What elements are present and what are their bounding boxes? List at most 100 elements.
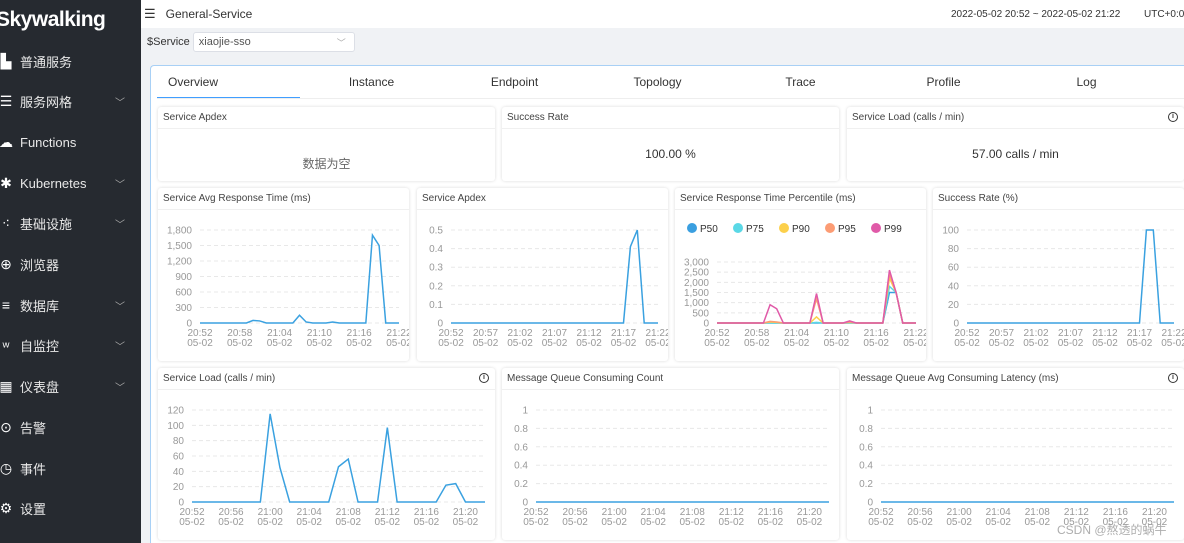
x-tick-date: 05-02 [784,338,810,349]
tab-trace[interactable]: Trace [729,66,872,98]
chart-title: Service Load (calls / min) [158,368,495,390]
y-tick-label: 20 [948,300,960,311]
x-tick-date: 05-02 [645,338,668,349]
tab-endpoint[interactable]: Endpoint [443,66,586,98]
y-tick-label: 300 [175,303,192,314]
sidebar-item-7[interactable]: ʷ 自监控 ﹀ [0,326,141,366]
sidebar-item-label: 浏览器 [20,258,60,273]
sidebar-item-5[interactable]: ⊕ 浏览器 [0,245,141,285]
info-icon[interactable]: i [1168,112,1178,122]
skywalking-logo: Skywalking [0,8,106,31]
chart-card: Service Response Time Percentile (ms) 0 50… [675,188,926,361]
sidebar-item-3[interactable]: ✱ Kubernetes ﹀ [0,163,141,203]
tab-instance[interactable]: Instance [300,66,443,98]
y-tick-label: 60 [173,452,185,463]
y-tick-label: 0.2 [429,281,443,292]
x-tick-date: 05-02 [640,517,666,528]
line-chart: 00.20.40.60.8120:5205-0220:5605-0221:000… [859,406,1174,528]
collapse-menu-icon[interactable]: ☰ [144,6,156,22]
tab-overview[interactable]: Overview [157,66,300,98]
legend-label[interactable]: P50 [700,224,718,235]
line-chart: 02040608010020:5205-0220:5705-0221:0205-… [942,226,1184,350]
sidebar-item-label: 仪表盘 [20,380,60,396]
sidebar-item-label: Kubernetes [20,175,87,191]
watermark: CSDN @熬透的蜗牛 [1057,523,1167,537]
info-icon[interactable]: i [479,373,489,383]
x-tick-date: 05-02 [453,517,479,528]
legend-marker[interactable] [871,223,881,233]
y-tick-label: 0.4 [429,244,443,255]
line-chart: 00.10.20.30.40.520:5205-0220:5705-0221:0… [429,226,668,350]
legend-marker[interactable] [825,223,835,233]
chart-card: Service Load (calls / min) i 0 20 40 60 80 100 1… [158,368,495,540]
chart-title: Message Queue Avg Consuming Latency (ms) [847,368,1184,390]
y-tick-label: 120 [167,406,184,417]
series-line [192,413,485,503]
y-tick-label: 80 [948,244,960,255]
sidebar-item-label: Functions [20,134,77,150]
sidebar-item-8[interactable]: ▦ 仪表盘 ﹀ [0,367,141,407]
x-tick-date: 05-02 [267,338,293,349]
series-line [451,229,658,324]
x-tick-date: 05-02 [523,517,549,528]
service-select-value: xiaojie-sso [198,36,251,48]
service-select[interactable]: xiaojie-sso ﹀ [192,32,355,52]
x-tick-date: 05-02 [346,338,372,349]
tab-topology[interactable]: Topology [586,66,729,98]
y-tick-label: 0.8 [514,424,528,435]
sidebar-item-2[interactable]: ☁ Functions [0,122,141,162]
chart-title: Service Response Time Percentile (ms) [675,188,926,210]
y-tick-label: 600 [175,288,192,299]
x-tick-date: 05-02 [257,517,283,528]
x-tick-date: 05-02 [679,517,705,528]
x-tick-date: 05-02 [797,517,823,528]
x-tick-date: 05-02 [542,338,568,349]
x-tick-date: 05-02 [296,517,322,528]
x-tick-date: 05-02 [473,338,499,349]
legend-label[interactable]: P75 [746,224,764,235]
y-tick-label: 0.1 [429,300,443,311]
sidebar-item-10[interactable]: ◷ 事件 [0,448,141,488]
x-tick-date: 05-02 [187,338,213,349]
x-tick-date: 05-02 [954,338,980,349]
alert-icon: ⊙ [0,418,12,435]
info-icon[interactable]: i [1168,373,1178,383]
tab-profile[interactable]: Profile [872,66,1015,98]
time-range[interactable]: 2022-05-02 20:52 ~ 2022-05-02 21:22 [951,9,1120,20]
stat-card: Service Apdex 数据为空 [158,107,495,181]
chart-card: Service Apdex 0 0.1 0.2 0.3 0.4 0.5 20:52 05-02 2… [417,188,668,361]
y-tick-label: 40 [173,467,185,478]
legend-label[interactable]: P95 [838,224,856,235]
x-tick-date: 05-02 [744,338,770,349]
sidebar-item-11[interactable]: ⚙ 设置 [0,489,141,529]
kubernetes-icon: ✱ [0,174,12,191]
tab-bar: Overview Instance Endpoint Topology Trace Pro… [157,66,1184,99]
header: ☰ General-Service 2022-05-02 20:52 ~ 202… [141,0,1184,28]
sidebar-item-1[interactable]: ☰ 服务网格 ﹀ [0,82,141,122]
legend-label[interactable]: P90 [792,224,810,235]
legend-marker[interactable] [779,223,789,233]
y-tick-label: 1,200 [167,257,192,268]
x-tick-date: 05-02 [307,338,333,349]
sidebar-item-9[interactable]: ⊙ 告警 [0,407,141,447]
y-tick-label: 1,500 [684,288,709,299]
legend-marker[interactable] [733,223,743,233]
tab-log[interactable]: Log [1015,66,1158,98]
x-tick-date: 05-02 [985,517,1011,528]
timezone[interactable]: UTC+0:0 [1144,9,1184,20]
x-tick-date: 05-02 [414,517,440,528]
sidebar-item-6[interactable]: ≡ 数据库 ﹀ [0,285,141,325]
sidebar-item-label: 自监控 [20,339,60,355]
legend-label[interactable]: P99 [884,224,902,235]
stat-card: Service Load (calls / min) i 57.00 calls /… [847,107,1184,181]
legend-marker[interactable] [687,223,697,233]
y-tick-label: 1,000 [684,298,709,309]
sidebar-item-0[interactable]: ▙ 普通服务 [0,41,141,81]
y-tick-label: 0.5 [429,226,443,237]
chart-title: Message Queue Consuming Count [502,368,839,390]
y-tick-label: 40 [948,281,960,292]
sidebar-item-label: 事件 [20,461,47,477]
sidebar-item-4[interactable]: ⁖ 基础设施 ﹀ [0,204,141,244]
sidebar-item-label: 基础设施 [20,217,73,233]
y-tick-label: 0.4 [859,461,873,472]
